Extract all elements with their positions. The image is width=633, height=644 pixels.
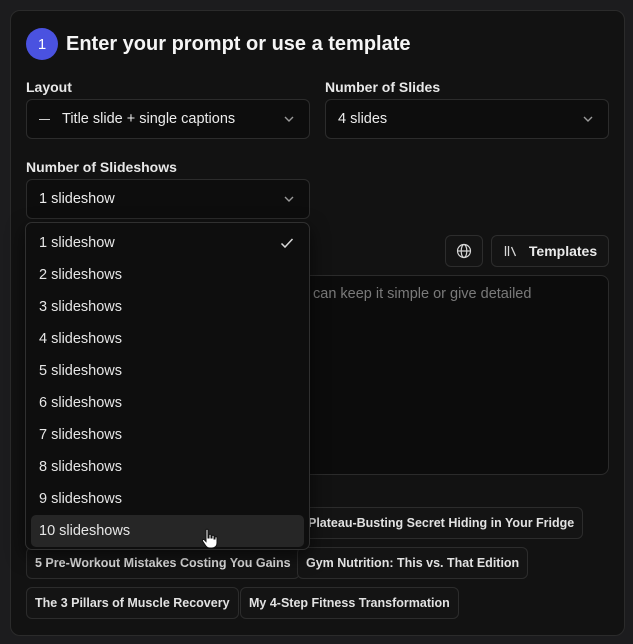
slideshow-option[interactable]: 3 slideshows (31, 291, 304, 323)
layout-label: Layout (26, 79, 72, 95)
slideshow-option[interactable]: 1 slideshow (31, 227, 304, 259)
globe-icon (456, 243, 472, 259)
chevron-down-icon (284, 116, 294, 122)
layout-select[interactable]: Title slide + single captions (26, 99, 310, 139)
chevron-down-icon (284, 196, 294, 202)
template-chip[interactable]: 5 Pre-Workout Mistakes Costing You Gains (26, 547, 300, 579)
option-label: 9 slideshows (39, 491, 123, 507)
templates-label: Templates (528, 243, 598, 259)
slideshow-option[interactable]: 6 slideshows (31, 387, 304, 419)
chevron-down-icon (583, 116, 593, 122)
check-icon (280, 238, 294, 249)
slideshows-label: Number of Slideshows (26, 159, 177, 175)
slideshows-dropdown: 1 slideshow 2 slideshows 3 slideshows 4 … (25, 222, 310, 550)
dash-icon (39, 118, 50, 120)
slideshow-option[interactable]: 7 slideshows (31, 419, 304, 451)
slides-select[interactable]: 4 slides (325, 99, 609, 139)
library-icon (504, 246, 516, 257)
slideshow-option[interactable]: 9 slideshows (31, 483, 304, 515)
option-label: 2 slideshows (39, 267, 123, 283)
slides-label: Number of Slides (325, 79, 441, 95)
option-label: 8 slideshows (39, 459, 123, 475)
prompt-placeholder: can keep it simple or give detailed (313, 286, 532, 302)
slideshow-option[interactable]: 8 slideshows (31, 451, 304, 483)
hand-cursor-icon (201, 528, 218, 549)
option-label: 3 slideshows (39, 299, 123, 315)
slideshow-option[interactable]: 10 slideshows (31, 515, 304, 547)
option-label: 1 slideshow (39, 235, 115, 251)
option-label: 7 slideshows (39, 427, 123, 443)
layout-value: Title slide + single captions (62, 111, 236, 127)
section-header: 1 Enter your prompt or use a template (26, 28, 411, 60)
slideshow-option[interactable]: 5 slideshows (31, 355, 304, 387)
templates-button[interactable]: Templates (491, 235, 609, 267)
option-label: 10 slideshows (39, 523, 131, 539)
template-chip[interactable]: My 4-Step Fitness Transformation (240, 587, 459, 619)
step-badge: 1 (26, 28, 58, 60)
option-label: 5 slideshows (39, 363, 123, 379)
language-button[interactable] (445, 235, 483, 267)
slideshows-select[interactable]: 1 slideshow (26, 179, 310, 219)
option-label: 6 slideshows (39, 395, 123, 411)
template-chip[interactable]: Plateau-Busting Secret Hiding in Your Fr… (299, 507, 584, 539)
slideshows-value: 1 slideshow (39, 191, 115, 207)
slides-value: 4 slides (338, 111, 388, 127)
template-chip[interactable]: The 3 Pillars of Muscle Recovery (26, 587, 239, 619)
page-title: Enter your prompt or use a template (66, 32, 411, 55)
option-label: 4 slideshows (39, 331, 123, 347)
slideshow-option[interactable]: 2 slideshows (31, 259, 304, 291)
slideshow-option[interactable]: 4 slideshows (31, 323, 304, 355)
template-chip[interactable]: Gym Nutrition: This vs. That Edition (297, 547, 529, 579)
